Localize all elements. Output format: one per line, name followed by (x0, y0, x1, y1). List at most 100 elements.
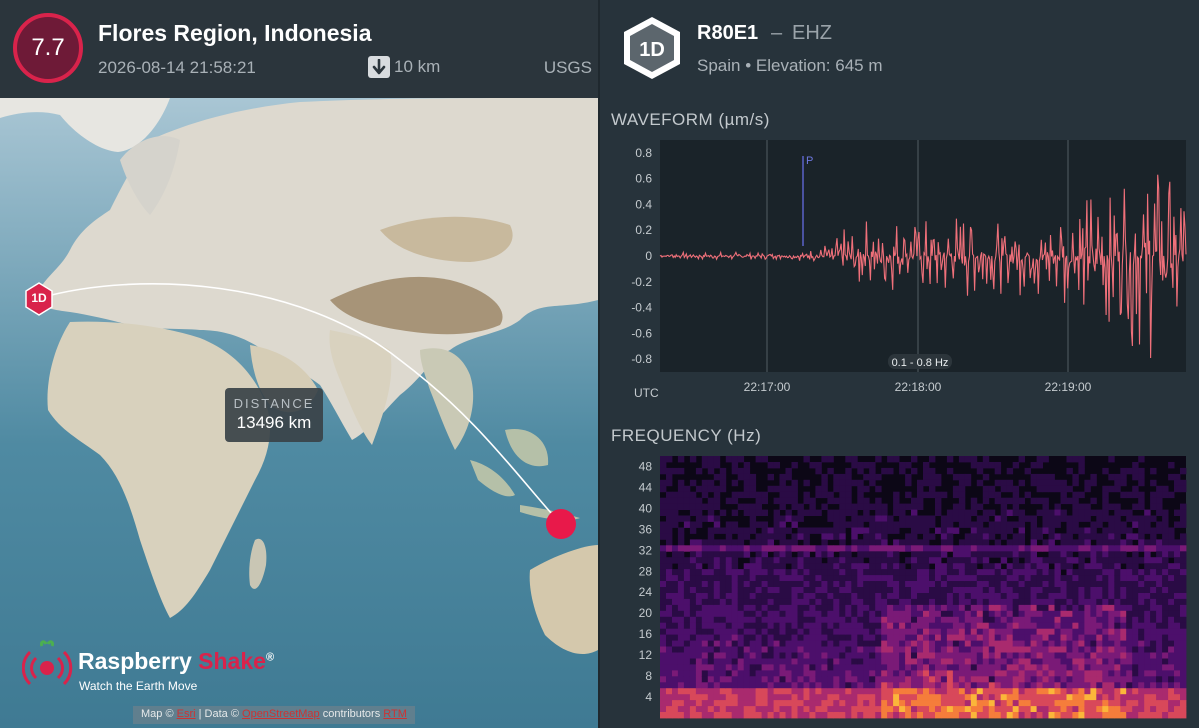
spectrogram-cell (869, 640, 876, 647)
brand-name: Raspberry Shake® (78, 648, 275, 674)
spectrogram-cell (743, 664, 751, 671)
spectrogram-cell (785, 473, 792, 481)
spectrogram-cell (1096, 509, 1103, 516)
spectrogram-cell (1168, 640, 1175, 647)
spectrogram-cell (737, 646, 745, 653)
spectrogram-cell (917, 658, 924, 665)
spectrogram-cell (1138, 491, 1145, 499)
spectrogram-cell (725, 682, 733, 689)
spectrogram-cell (899, 575, 906, 582)
attribution-link-osm[interactable]: OpenStreetMap (242, 708, 320, 720)
spectrogram-cell (695, 640, 703, 647)
spectrogram-cell (887, 640, 894, 647)
spectrogram-cell (1132, 688, 1139, 695)
spectrogram-cell (1066, 682, 1073, 689)
spectrogram-cell (1090, 521, 1097, 528)
spectrogram-cell (1024, 604, 1031, 612)
spectrogram-cell (672, 467, 679, 475)
spectrogram-cell (911, 593, 918, 600)
spectrogram-cell (660, 485, 667, 493)
event-title[interactable]: Flores Region, Indonesia (98, 20, 371, 47)
world-map[interactable]: 1D DISTANCE 13496 km Raspberry Shake® Wa… (0, 98, 598, 728)
spectrogram-cell (994, 706, 1002, 713)
spectrogram-cell (791, 610, 798, 618)
spectrogram-cell (1006, 634, 1014, 641)
spectrogram-cell (785, 551, 792, 558)
spectrogram-cell (923, 569, 930, 576)
epicenter-marker[interactable] (546, 509, 576, 539)
spectrogram-cell (958, 670, 966, 677)
spectrogram-cell (737, 545, 745, 552)
spectrogram-cell (1084, 551, 1091, 558)
spectrogram-cell (982, 491, 990, 499)
spectrogram-cell (779, 598, 786, 606)
spectrogram-cell (1090, 622, 1097, 630)
spectrogram-cell (707, 557, 715, 564)
spectrogram-cell (976, 706, 984, 713)
spectrogram-cell (994, 551, 1002, 558)
spectrogram-cell (827, 569, 834, 576)
spectrogram-cell (1156, 688, 1163, 695)
spectrogram-cell (1162, 712, 1169, 719)
spectrogram-cell (689, 634, 697, 641)
spectrogram-cell (1060, 706, 1067, 713)
attribution-link-esri[interactable]: Esri (177, 708, 196, 720)
waveform-chart[interactable]: 0.80.60.40.20-0.2-0.4-0.6-0.8 22:17:00 22… (600, 136, 1199, 408)
attribution-link-rtm[interactable]: RTM (383, 708, 407, 720)
spectrogram-cell (1066, 676, 1073, 683)
spectrogram-cell (935, 604, 942, 612)
spectrogram-cell (791, 598, 798, 606)
spectrogram-cell (1054, 712, 1061, 719)
spectrogram-cell (1000, 527, 1008, 534)
spectrogram-cell (988, 622, 996, 630)
spectrogram-cell (1066, 563, 1073, 570)
spectrogram-cell (737, 610, 745, 618)
spectrogram-cell (1060, 664, 1067, 671)
spectrogram-cell (1006, 688, 1014, 695)
spectrogram-cell (1060, 563, 1067, 570)
spectrogram-cell (1084, 575, 1091, 582)
spectrogram-cell (666, 527, 673, 534)
spectrogram-cell (1090, 658, 1097, 665)
spectrogram-chart[interactable]: 4844403632282420161284 (600, 452, 1199, 728)
spectrogram-cell (1096, 604, 1103, 612)
spectrogram-cell (1042, 557, 1049, 564)
spectrogram-cell (1066, 700, 1073, 707)
spectrogram-cell (1180, 604, 1187, 612)
spectrogram-cell (1006, 658, 1014, 665)
spectrogram-cell (1060, 622, 1067, 630)
spectrogram-cell (785, 497, 792, 505)
spectrogram-cells (660, 456, 1187, 719)
spectrogram-cell (946, 658, 954, 665)
spectrogram-cell (695, 575, 703, 582)
spectrogram-cell (899, 646, 906, 653)
spectrogram-cell (683, 581, 691, 588)
spectrogram-cell (731, 575, 739, 582)
spectrogram-cell (905, 569, 912, 576)
event-source[interactable]: USGS (544, 58, 592, 78)
spectrogram-cell (839, 551, 846, 558)
spectrogram-cell (863, 473, 870, 481)
spectrogram-cell (1078, 706, 1085, 713)
spectrogram-cell (1036, 598, 1043, 606)
spectrogram-cell (1072, 658, 1079, 665)
spectrogram-cell (1174, 509, 1181, 516)
spectrogram-cell (827, 706, 834, 713)
spectrogram-cell (1072, 604, 1079, 612)
spectrogram-cell (881, 664, 888, 671)
spectrogram-cell (1012, 688, 1020, 695)
spectrogram-cell (797, 700, 804, 707)
spectrogram-cell (893, 557, 900, 564)
spectrogram-cell (845, 616, 852, 624)
spectrogram-cell (761, 569, 768, 576)
spectrogram-cell (683, 598, 691, 606)
spectrogram-cell (1132, 581, 1139, 588)
spectrogram-cell (988, 616, 996, 624)
spectrogram-cell (911, 527, 918, 534)
spectrogram-cell (893, 640, 900, 647)
spectrogram-cell (881, 581, 888, 588)
spectrogram-cell (923, 610, 930, 618)
spectrogram-cell (761, 682, 768, 689)
station-code[interactable]: R80E1 (697, 22, 758, 45)
spectrogram-cell (863, 503, 870, 510)
